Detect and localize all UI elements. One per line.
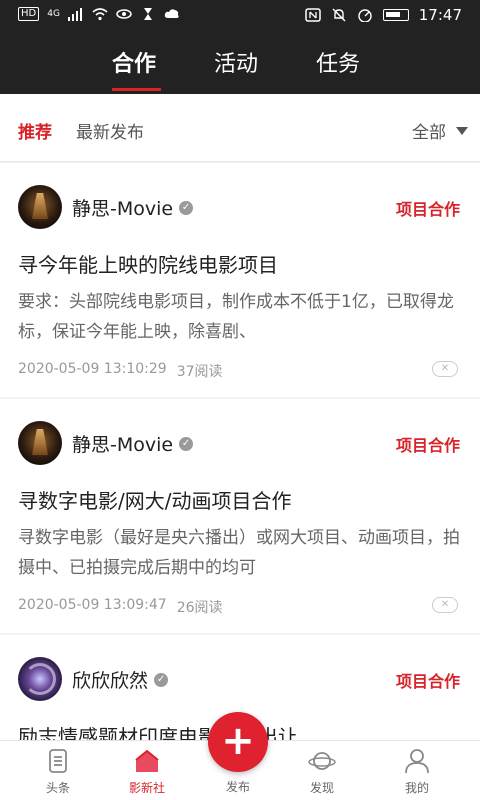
post-title[interactable]: 寻今年能上映的院线电影项目	[18, 249, 278, 278]
lamp-graphic	[32, 193, 48, 219]
plus-icon: +	[221, 718, 255, 764]
verified-icon: ✓	[154, 672, 169, 687]
wifi-icon	[92, 8, 108, 21]
avatar[interactable]	[18, 657, 62, 701]
read-count: 26阅读	[176, 600, 223, 616]
user-icon	[405, 749, 429, 774]
swirl-graphic	[24, 663, 56, 695]
app-header: HD 4G 17:47 合作 活动 任务	[0, 0, 480, 94]
nav-label: 我的	[404, 781, 429, 795]
post-description: 寻数字电影（最好是央六播出）或网大项目、动画项目，拍摄中、已拍摄完成后期中的均可	[18, 528, 460, 578]
house-icon	[135, 749, 159, 772]
category-tag: 项目合作	[395, 672, 460, 691]
battery-icon	[382, 9, 409, 21]
nav-label: 影新社	[128, 781, 165, 795]
nav-label: 发现	[309, 781, 334, 795]
post-card[interactable]: 静思-Movie ✓ 项目合作 寻今年能上映的院线电影项目 要求：头部院线电影项…	[0, 163, 480, 397]
hd-badge: HD	[18, 7, 40, 21]
nav-me[interactable]: 我的	[377, 747, 457, 796]
eye-icon	[116, 9, 132, 19]
nav-headlines[interactable]: 头条	[18, 747, 98, 796]
hourglass-icon	[143, 8, 152, 20]
filter-row: 推荐 最新发布 全部	[0, 94, 480, 162]
status-bar: HD 4G 17:47	[0, 0, 480, 32]
document-icon	[49, 749, 67, 773]
publish-label: 发布	[225, 780, 250, 794]
tab-activity[interactable]: 活动	[214, 46, 258, 78]
author[interactable]: 静思-Movie ✓	[72, 194, 194, 221]
post-title[interactable]: 寻数字电影/网大/动画项目合作	[18, 485, 291, 514]
post-date: 2020-05-09 13:09:47	[18, 597, 167, 613]
dropdown-arrow-icon	[456, 126, 468, 135]
tab-tasks[interactable]: 任务	[316, 46, 360, 78]
dismiss-button[interactable]: ✕	[432, 597, 458, 613]
mute-bell-icon	[332, 8, 346, 22]
author-name: 静思-Movie	[72, 434, 174, 456]
filter-recommended[interactable]: 推荐	[18, 118, 52, 143]
dismiss-button[interactable]: ✕	[432, 361, 458, 377]
active-tab-indicator	[112, 88, 161, 91]
post-meta: 2020-05-09 13:09:47 26阅读	[18, 597, 223, 617]
nav-discover[interactable]: 发现	[282, 747, 362, 796]
clock-time: 17:47	[418, 6, 462, 24]
speed-icon	[358, 9, 372, 22]
lamp-graphic	[32, 429, 48, 455]
signal-icon	[67, 8, 82, 21]
verified-icon: ✓	[179, 436, 194, 451]
filter-latest[interactable]: 最新发布	[76, 118, 144, 143]
read-count: 37阅读	[176, 364, 223, 380]
post-date: 2020-05-09 13:10:29	[18, 361, 167, 377]
author-name: 欣欣欣然	[72, 670, 149, 692]
post-description: 要求：头部院线电影项目，制作成本不低于1亿，已取得龙标，保证今年能上映，除喜剧、	[18, 292, 454, 342]
verified-icon: ✓	[179, 200, 194, 215]
author[interactable]: 静思-Movie ✓	[72, 430, 194, 457]
network-badge: 4G	[47, 9, 60, 19]
nav-label: 头条	[45, 781, 70, 795]
status-left: HD 4G	[18, 7, 180, 21]
avatar[interactable]	[18, 421, 62, 465]
post-card[interactable]: 静思-Movie ✓ 项目合作 寻数字电影/网大/动画项目合作 寻数字电影（最好…	[0, 399, 480, 633]
avatar[interactable]	[18, 185, 62, 229]
author[interactable]: 欣欣欣然 ✓	[72, 666, 169, 693]
status-right: 17:47	[305, 6, 462, 24]
author-name: 静思-Movie	[72, 198, 174, 220]
planet-icon	[308, 752, 336, 770]
nfc-icon	[305, 8, 321, 22]
category-tag: 项目合作	[395, 200, 460, 219]
post-meta: 2020-05-09 13:10:29 37阅读	[18, 361, 223, 381]
nav-yingxinshe[interactable]: 影新社	[107, 747, 187, 796]
filter-all-dropdown[interactable]: 全部	[412, 118, 468, 143]
top-tabs: 合作 活动 任务	[0, 36, 480, 94]
category-tag: 项目合作	[395, 436, 460, 455]
publish-button[interactable]: +	[208, 712, 268, 772]
tab-cooperation[interactable]: 合作	[112, 46, 156, 78]
filter-all-label: 全部	[412, 123, 446, 143]
cloud-icon	[164, 9, 179, 18]
